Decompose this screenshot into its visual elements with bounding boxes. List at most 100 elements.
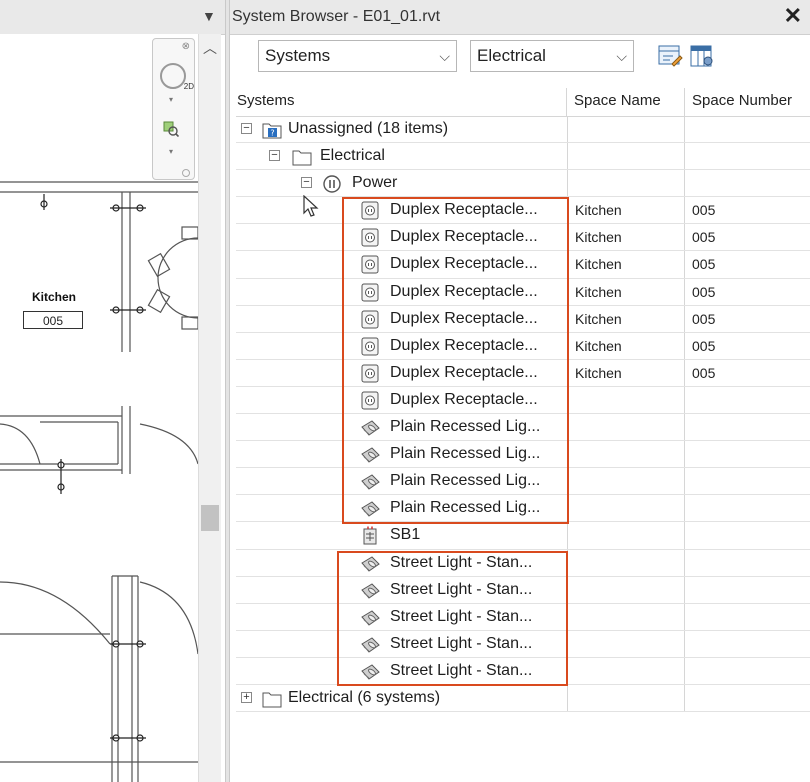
tree-label-power: Power	[352, 174, 398, 192]
close-icon[interactable]: ⊗	[182, 41, 190, 52]
receptacle-icon	[361, 337, 379, 356]
space-name-cell	[567, 143, 684, 170]
light-fixture-icon	[361, 610, 380, 626]
list-item[interactable]: Plain Recessed Lig...	[236, 495, 810, 523]
view-select-value: Systems	[265, 46, 331, 65]
tree-row-electrical[interactable]: − Electrical	[236, 143, 810, 171]
chevron-down-icon[interactable]: ▾	[169, 147, 173, 156]
space-name-cell	[567, 630, 684, 657]
space-name-cell	[567, 549, 684, 576]
item-label: Street Light - Stan...	[390, 661, 533, 679]
tree-row-unassigned[interactable]: − ? Unassigned (18 items)	[236, 116, 810, 144]
space-name-cell: Kitchen	[567, 278, 684, 305]
light-fixture-icon	[361, 555, 380, 572]
light-fixture-icon	[361, 447, 380, 463]
expand-icon[interactable]: +	[241, 691, 252, 703]
tree-label-electrical: Electrical	[320, 147, 385, 165]
system-config-icon[interactable]	[656, 42, 684, 70]
list-item[interactable]: Duplex Receptacle... Kitchen 005	[236, 278, 810, 306]
tree-label-electrical-systems: Electrical (6 systems)	[288, 688, 441, 706]
tree-row-power[interactable]: − Power	[236, 170, 810, 198]
collapse-icon[interactable]: −	[269, 150, 280, 162]
options-icon[interactable]	[182, 169, 190, 177]
receptacle-icon	[361, 391, 379, 410]
close-icon[interactable]: ✕	[784, 3, 802, 29]
power-system-icon	[323, 175, 341, 193]
receptacle-icon	[361, 228, 379, 247]
steering-wheel-icon[interactable]: 2D	[160, 63, 194, 91]
discipline-select-value: Electrical	[477, 46, 546, 65]
item-label: Street Light - Stan...	[390, 580, 533, 598]
item-label: Duplex Receptacle...	[390, 282, 538, 300]
item-label: Duplex Receptacle...	[390, 255, 538, 273]
list-item[interactable]: SB1	[236, 522, 810, 550]
drawing-canvas[interactable]: Kitchen 005 ⊗ 2D ▾ ▾	[0, 34, 198, 782]
column-header-systems[interactable]: Systems	[236, 88, 567, 117]
list-item[interactable]: Duplex Receptacle... Kitchen 005	[236, 359, 810, 387]
chevron-down-icon[interactable]: ▾	[169, 95, 173, 104]
leaf-rows: Duplex Receptacle... Kitchen 005 Duplex Rec…	[236, 197, 810, 685]
room-tag-name: Kitchen	[31, 290, 76, 304]
space-number-cell	[684, 143, 810, 170]
column-settings-icon[interactable]	[688, 42, 716, 70]
list-item[interactable]: Street Light - Stan...	[236, 603, 810, 631]
collapse-icon[interactable]: −	[301, 177, 312, 189]
list-item[interactable]: Street Light - Stan...	[236, 576, 810, 604]
receptacle-icon	[361, 364, 379, 383]
vertical-scrollbar[interactable]: ︿	[198, 34, 221, 782]
list-item[interactable]: Duplex Receptacle... Kitchen 005	[236, 224, 810, 252]
space-number-cell	[684, 414, 810, 441]
space-number-cell	[684, 522, 810, 549]
column-header-space-number[interactable]: Space Number	[684, 88, 810, 117]
list-item[interactable]: Plain Recessed Lig...	[236, 468, 810, 496]
view-tab-strip: ▼	[0, 0, 225, 35]
tree-row-electrical-systems[interactable]: + Electrical (6 systems)	[236, 684, 810, 713]
collapse-icon[interactable]: −	[241, 123, 252, 134]
list-item[interactable]: Duplex Receptacle... Kitchen 005	[236, 305, 810, 333]
item-label: Duplex Receptacle...	[390, 336, 538, 354]
mouse-cursor-icon	[303, 195, 319, 217]
item-label: Plain Recessed Lig...	[390, 418, 541, 436]
space-name-cell: Kitchen	[567, 197, 684, 224]
chevron-up-icon[interactable]: ︿	[203, 38, 217, 58]
light-fixture-icon	[361, 582, 380, 599]
dropdown-arrow-icon[interactable]: ▼	[202, 8, 216, 24]
space-name-cell: Kitchen	[567, 251, 684, 278]
item-label: Street Light - Stan...	[390, 607, 533, 625]
space-number-cell	[684, 630, 810, 657]
space-number-cell	[684, 549, 810, 576]
list-item[interactable]: Street Light - Stan...	[236, 549, 810, 577]
grid-rows: − ? Unassigned (18 items) − Electrical −…	[236, 116, 810, 713]
list-item[interactable]: Duplex Receptacle... Kitchen 005	[236, 251, 810, 279]
navigation-bar: ⊗ 2D ▾ ▾	[152, 38, 195, 180]
zoom-icon[interactable]	[163, 121, 179, 137]
chevron-down-icon: ⌵	[439, 48, 450, 64]
list-item[interactable]: Duplex Receptacle...	[236, 386, 810, 415]
light-fixture-icon	[361, 501, 380, 517]
space-number-cell	[684, 170, 810, 197]
list-item[interactable]: Street Light - Stan...	[236, 657, 810, 685]
space-name-cell	[567, 441, 684, 468]
folder-icon	[262, 692, 282, 708]
view-select[interactable]: Systems ⌵	[258, 40, 457, 72]
list-item[interactable]: Plain Recessed Lig...	[236, 441, 810, 469]
space-number-cell	[684, 603, 810, 630]
item-label: Duplex Receptacle...	[390, 309, 538, 327]
list-item[interactable]: Duplex Receptacle... Kitchen 005	[236, 332, 810, 360]
space-name-cell: Kitchen	[567, 224, 684, 251]
discipline-select[interactable]: Electrical ⌵	[470, 40, 634, 72]
list-item[interactable]: Street Light - Stan...	[236, 630, 810, 658]
space-name-cell	[567, 522, 684, 549]
item-label: Duplex Receptacle...	[390, 363, 538, 381]
column-header-space-name[interactable]: Space Name	[566, 88, 691, 117]
space-number-cell	[684, 684, 810, 712]
space-name-cell: Kitchen	[567, 332, 684, 359]
system-browser-panel: System Browser - E01_01.rvt ✕ Systems ⌵ …	[230, 0, 810, 782]
list-item[interactable]: Plain Recessed Lig...	[236, 414, 810, 442]
scrollbar-thumb[interactable]	[201, 505, 219, 531]
list-item[interactable]: Duplex Receptacle... Kitchen 005	[236, 197, 810, 225]
receptacle-icon	[361, 255, 379, 274]
item-label: Plain Recessed Lig...	[390, 445, 541, 463]
item-label: Duplex Receptacle...	[390, 390, 538, 408]
space-name-cell	[567, 170, 684, 197]
